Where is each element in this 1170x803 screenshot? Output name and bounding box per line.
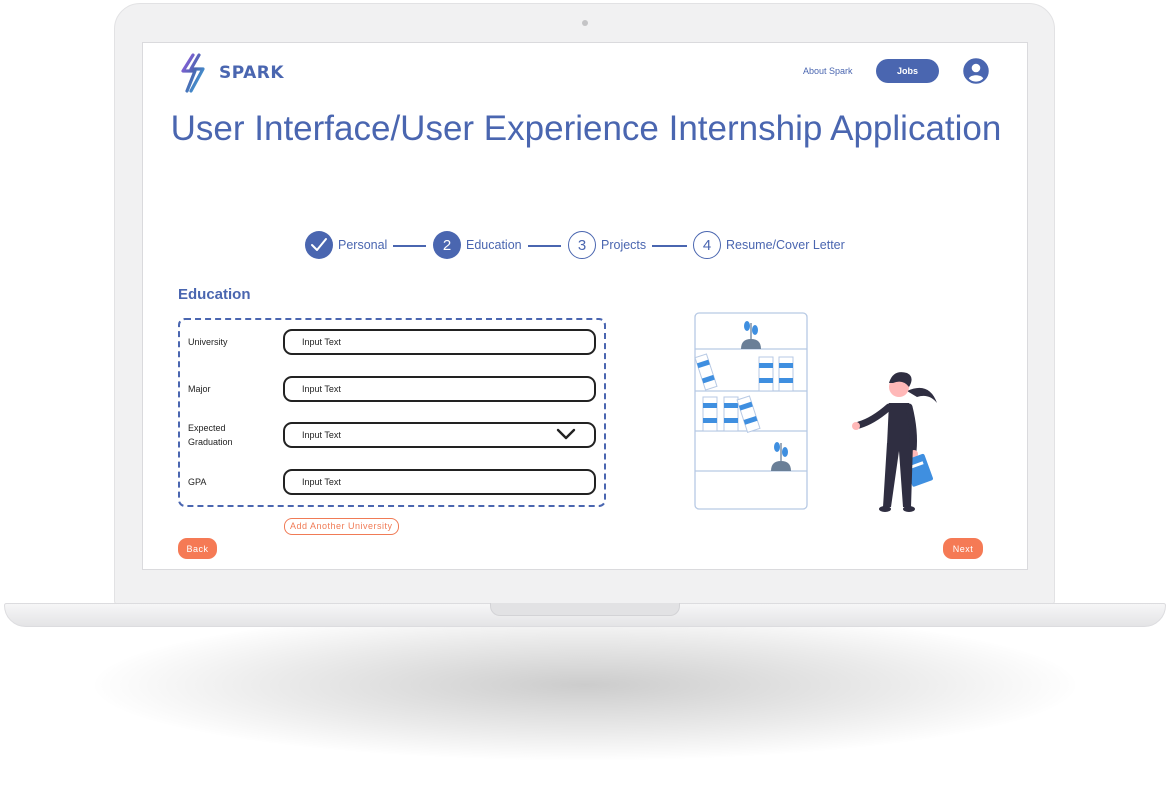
expected-graduation-select[interactable]: Input Text	[283, 422, 596, 448]
university-input[interactable]: Input Text	[283, 329, 596, 355]
step-4-label[interactable]: Resume/Cover Letter	[726, 238, 845, 252]
laptop-camera	[582, 20, 588, 26]
step-1-circle[interactable]	[305, 231, 333, 259]
page-title: User Interface/User Experience Internshi…	[170, 109, 1002, 148]
nav-jobs-button[interactable]: Jobs	[876, 59, 939, 83]
step-2-label[interactable]: Education	[466, 238, 522, 252]
expected-graduation-value: Input Text	[302, 430, 341, 440]
nav-about-link[interactable]: About Spark	[803, 66, 853, 76]
brand-logo[interactable]: SPARK	[179, 53, 284, 93]
gpa-label: GPA	[188, 477, 207, 487]
expected-graduation-label: Expected Graduation	[188, 423, 233, 447]
checkmark-icon	[311, 238, 327, 251]
major-label: Major	[188, 384, 211, 394]
lightning-bolt-icon	[181, 53, 205, 93]
step-2-circle[interactable]: 2	[433, 231, 461, 259]
step-4-circle[interactable]: 4	[693, 231, 721, 259]
chevron-down-icon[interactable]	[556, 427, 576, 441]
step-connector	[652, 245, 687, 247]
brand-name: SPARK	[219, 63, 285, 83]
step-connector	[528, 245, 561, 247]
laptop-notch	[490, 603, 680, 616]
step-3-circle[interactable]: 3	[568, 231, 596, 259]
gpa-input[interactable]: Input Text	[283, 469, 596, 495]
progress-stepper: Personal 2 Education 3 Projects 4 Resume…	[305, 231, 865, 261]
next-button[interactable]: Next	[943, 538, 983, 559]
back-button[interactable]: Back	[178, 538, 217, 559]
section-title: Education	[178, 286, 251, 303]
university-label: University	[188, 337, 228, 347]
app-screen: SPARK About Spark Jobs User Interface/Us…	[142, 42, 1028, 570]
step-1-label[interactable]: Personal	[338, 238, 387, 252]
user-account-icon[interactable]	[963, 58, 989, 84]
step-connector	[393, 245, 426, 247]
add-another-university-button[interactable]: Add Another University	[284, 518, 399, 535]
bookshelf-woman-illustration	[694, 312, 937, 512]
major-input[interactable]: Input Text	[283, 376, 596, 402]
step-3-label[interactable]: Projects	[601, 238, 646, 252]
laptop-shadow	[95, 610, 1075, 760]
